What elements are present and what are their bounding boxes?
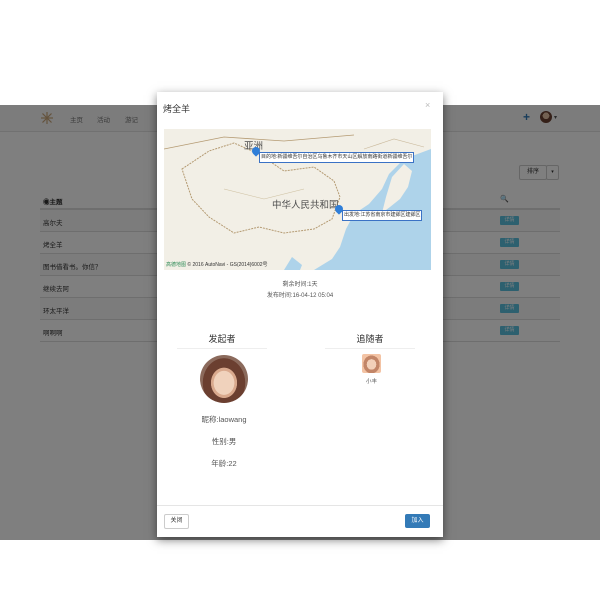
origin-info: 出发地:江苏省南京市建邺区建邺区	[342, 210, 423, 221]
initiator-age: 年龄:22	[211, 459, 237, 468]
map-label-country: 中华人民共和国	[272, 200, 339, 211]
initiator-nickname: 昵称:laowang	[201, 415, 247, 424]
activity-detail-modal: 烤全羊 × 亚洲 中华人民共和国 目的地:新疆维吾尔自治区乌鲁木齐市天山区解放南…	[157, 92, 443, 537]
initiator-avatar	[200, 355, 248, 403]
join-button[interactable]: 加入	[405, 514, 430, 528]
close-button[interactable]: 关闭	[164, 514, 189, 529]
map-copyright: 高德地图 © 2016 AutoNavi - GS(2014)6002号	[166, 262, 268, 268]
destination-info: 目的地:新疆维吾尔自治区乌鲁木齐市天山区解放南路街道新疆维吾尔	[259, 152, 415, 163]
followers-heading: 追随者	[325, 332, 415, 349]
follower-avatar[interactable]	[362, 354, 381, 373]
initiator-gender: 性别:男	[211, 437, 237, 446]
route-map[interactable]: 亚洲 中华人民共和国 目的地:新疆维吾尔自治区乌鲁木齐市天山区解放南路街道新疆维…	[164, 129, 431, 270]
publish-time: 发布时间:16-04-12 05:04	[266, 293, 334, 299]
remaining-time: 剩余时间:1天	[282, 282, 318, 288]
initiator-heading: 发起者	[177, 332, 267, 349]
modal-title: 烤全羊	[163, 104, 191, 114]
modal-close-icon[interactable]: ×	[425, 100, 430, 110]
follower-name[interactable]: 小丰	[354, 377, 389, 385]
modal-footer-divider	[157, 505, 443, 506]
